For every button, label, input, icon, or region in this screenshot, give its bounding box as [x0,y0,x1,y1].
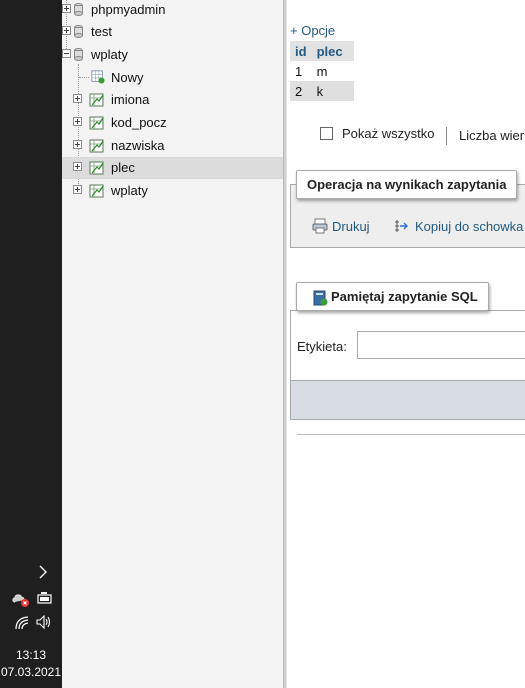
cell-id: 1 [290,61,312,81]
table-label[interactable]: imiona [111,92,149,107]
table-label[interactable]: nazwiska [111,138,164,153]
database-icon [74,3,83,16]
cloud-offline-icon[interactable] [12,593,30,607]
divider [297,434,525,435]
results-table: id plec 1 m 2 k [290,41,354,101]
db-item-phpmyadmin[interactable]: phpmyadmin [62,0,283,21]
column-header-id[interactable]: id [290,41,312,61]
wifi-icon[interactable] [15,616,29,630]
clock-date[interactable]: 07.03.2021 [0,665,62,679]
table-icon [89,116,104,130]
db-label[interactable]: wplaty [91,47,128,62]
expand-icon[interactable] [73,117,82,126]
rows-count-label: Liczba wier [459,128,525,143]
new-table-item[interactable]: Nowy [62,67,283,89]
navigation-panel: phpmyadmin test wplaty Nowy imiona kod_p… [62,0,283,688]
database-icon [74,48,83,61]
show-all-checkbox[interactable] [320,127,333,140]
table-icon [89,93,104,107]
table-header-row: id plec [290,41,354,61]
db-label[interactable]: test [91,24,112,39]
collapse-icon[interactable] [62,49,71,58]
table-label[interactable]: plec [111,160,135,175]
table-row[interactable]: 2 k [290,81,354,101]
expand-icon[interactable] [62,4,71,13]
print-icon[interactable] [312,218,328,234]
table-item-plec[interactable]: plec [62,157,283,179]
separator [446,127,447,145]
main-content: + Opcje id plec 1 m 2 k Pokaż wszystko L… [287,0,525,688]
expand-icon[interactable] [73,140,82,149]
table-item-wplaty[interactable]: wplaty [62,180,283,202]
bookmark-sql-legend: Pamiętaj zapytanie SQL [296,282,489,311]
copy-to-clipboard-button[interactable]: Kopiuj do schowka [415,219,523,234]
copy-to-clipboard-icon[interactable] [394,218,410,234]
taskbar: 13:13 07.03.2021 [0,0,62,688]
cell-id: 2 [290,81,312,101]
bookmark-sql-footer [290,380,525,420]
table-label[interactable]: wplaty [111,183,148,198]
bookmark-sql-title: Pamiętaj zapytanie SQL [331,289,478,304]
chevron-right-icon[interactable] [39,565,48,579]
new-table-icon [91,70,105,84]
print-button[interactable]: Drukuj [332,219,370,234]
tree-guide [79,77,89,78]
table-label[interactable]: kod_pocz [111,115,167,130]
expand-icon[interactable] [73,162,82,171]
show-all-label[interactable]: Pokaż wszystko [342,126,434,141]
table-item-kod-pocz[interactable]: kod_pocz [62,112,283,134]
options-link[interactable]: + Opcje [290,23,335,38]
database-icon [74,25,83,38]
table-row[interactable]: 1 m [290,61,354,81]
expand-icon[interactable] [73,185,82,194]
column-header-plec[interactable]: plec [311,41,354,61]
db-item-wplaty[interactable]: wplaty [62,44,283,66]
cell-plec: m [311,61,354,81]
bookmark-icon [313,290,328,306]
volume-icon[interactable] [36,615,52,629]
table-icon [89,184,104,198]
battery-icon[interactable] [37,592,53,604]
db-label[interactable]: phpmyadmin [91,2,165,17]
label-input[interactable] [357,331,525,359]
new-table-label[interactable]: Nowy [111,70,144,85]
operations-legend: Operacja na wynikach zapytania [296,170,518,199]
expand-icon[interactable] [73,94,82,103]
label-field-label: Etykieta: [297,339,347,354]
table-icon [89,161,104,175]
db-item-test[interactable]: test [62,21,283,43]
table-icon [89,139,104,153]
table-item-imiona[interactable]: imiona [62,89,283,111]
clock-time[interactable]: 13:13 [0,648,62,662]
cell-plec: k [311,81,354,101]
expand-icon[interactable] [62,26,71,35]
table-item-nazwiska[interactable]: nazwiska [62,135,283,157]
